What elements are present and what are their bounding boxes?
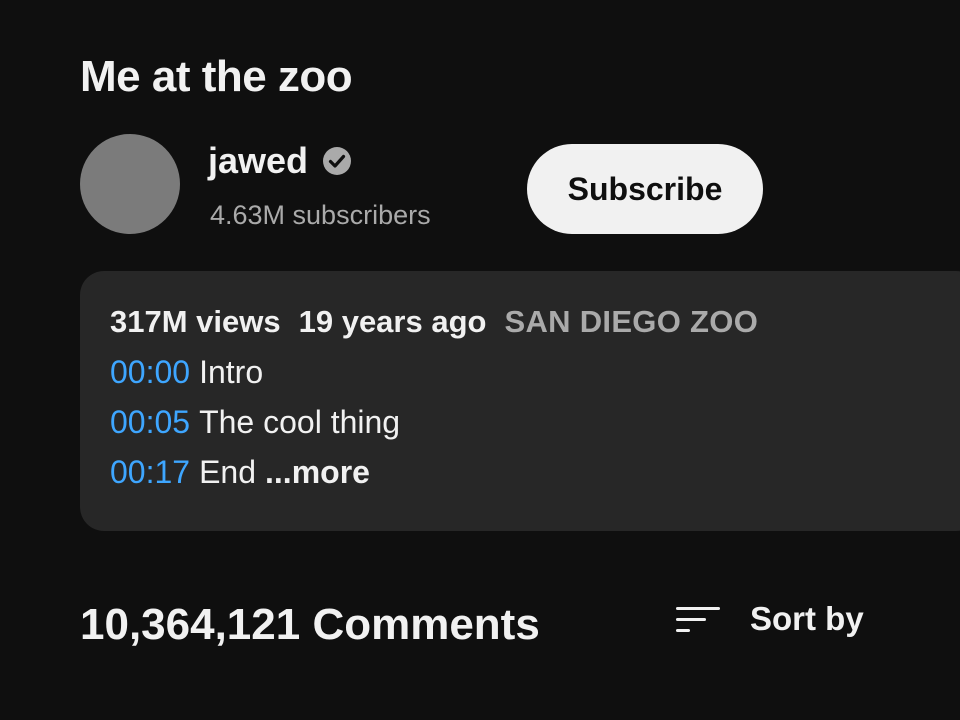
chapter-label: End bbox=[199, 454, 257, 490]
view-count: 317M views bbox=[110, 304, 281, 339]
chapter-row: 00:00 Intro bbox=[110, 354, 263, 391]
chapter-timestamp-link[interactable]: 00:00 bbox=[110, 354, 190, 391]
sort-by-button[interactable]: Sort by bbox=[674, 592, 864, 646]
chapter-row: 00:17 End ...more bbox=[110, 454, 370, 491]
chapter-label: The cool thing bbox=[199, 404, 401, 440]
upload-age: 19 years ago bbox=[298, 304, 487, 339]
comments-count: 10,364,121 Comments bbox=[80, 600, 540, 649]
chapter-timestamp-link[interactable]: 00:05 bbox=[110, 404, 190, 441]
watch-page: Me at the zoo jawed 4.63M subscribers Su… bbox=[0, 0, 960, 720]
channel-name-row: jawed bbox=[208, 140, 352, 182]
subscriber-count: 4.63M subscribers bbox=[210, 200, 431, 230]
chapter-timestamp-link[interactable]: 00:17 bbox=[110, 454, 190, 491]
location-tag[interactable]: SAN DIEGO ZOO bbox=[504, 304, 758, 340]
show-more-link[interactable]: ...more bbox=[265, 454, 370, 491]
sort-by-label: Sort by bbox=[750, 600, 864, 637]
subscribe-button[interactable]: Subscribe bbox=[527, 144, 763, 234]
channel-avatar[interactable] bbox=[80, 134, 180, 234]
verified-check-icon bbox=[322, 146, 352, 176]
video-title: Me at the zoo bbox=[80, 52, 353, 101]
sort-icon bbox=[674, 599, 722, 639]
chapter-row: 00:05 The cool thing bbox=[110, 404, 400, 441]
video-meta-row: 317M views 19 years ago SAN DIEGO ZOO bbox=[110, 304, 758, 340]
channel-name[interactable]: jawed bbox=[208, 140, 308, 182]
chapter-label: Intro bbox=[199, 354, 264, 390]
